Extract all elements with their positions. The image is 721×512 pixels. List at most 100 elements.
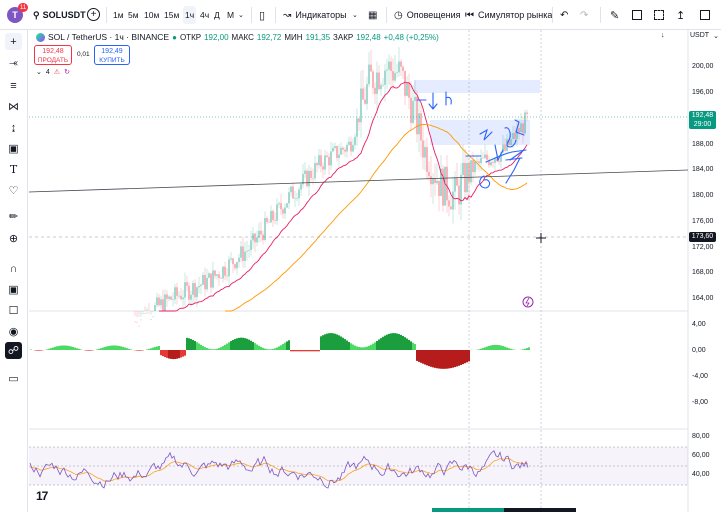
draw-pen-icon[interactable]: ✎ — [610, 0, 619, 30]
position-tool-icon[interactable]: ↨ — [5, 119, 22, 136]
osc-bar — [98, 348, 100, 350]
timeframe-15m[interactable]: 15м — [164, 0, 179, 30]
symbol-search[interactable]: ⚲ SOLUSDT — [33, 0, 86, 30]
indicators-button[interactable]: ↝ Индикаторы — [283, 0, 347, 30]
redo-icon[interactable]: ↷ — [580, 0, 588, 30]
alerts-button[interactable]: ◷ Оповещения — [394, 0, 460, 30]
osc-bar — [218, 348, 220, 350]
replay-button[interactable]: ⏮ Симулятор рынка — [465, 0, 552, 30]
rsi-tick: 40,00 — [692, 471, 710, 478]
osc-bar — [138, 350, 140, 351]
magnet-icon[interactable]: ∩ — [5, 260, 22, 277]
link-icon[interactable]: ☍ — [5, 342, 22, 359]
candle-body — [260, 230, 262, 235]
osc-bar — [306, 350, 308, 352]
timeframe-1h[interactable]: 1ч — [183, 6, 197, 24]
candle-body — [272, 210, 274, 221]
layout-square-icon[interactable] — [700, 0, 710, 30]
candle-body — [346, 144, 348, 152]
osc-bar — [60, 345, 62, 350]
fullscreen-icon[interactable] — [654, 0, 664, 30]
candle-body — [306, 170, 308, 187]
candle-body — [236, 262, 238, 269]
text-tool-icon[interactable]: T — [5, 161, 22, 178]
osc-bar — [314, 350, 316, 352]
osc-bar — [228, 342, 230, 350]
candle-body — [202, 274, 204, 285]
layouts-grid-icon[interactable]: ▦ — [368, 0, 377, 30]
drawing-toolbar: + ⤛ ≡ ⋈ ↨ ▣ T ♡ ✏ ⊕ ∩ ▣ ☐ ◉ ☍ ▭ — [0, 30, 28, 512]
visibility-eye-icon[interactable]: ◉ — [5, 323, 22, 340]
osc-bar — [278, 346, 280, 350]
zone-rectangle[interactable] — [414, 80, 540, 93]
candle-body — [316, 163, 318, 166]
timeframe-4h[interactable]: 4ч — [200, 0, 209, 30]
search-icon: ⚲ — [33, 9, 40, 20]
candle-body — [430, 176, 432, 185]
timeframe-5m[interactable]: 5м — [128, 0, 139, 30]
fib-tool-icon[interactable]: ≡ — [5, 77, 22, 94]
buy-button[interactable]: 192,49 КУПИТЬ — [94, 45, 130, 65]
osc-bar — [234, 339, 236, 350]
arrow-down-icon[interactable]: ↓ — [661, 32, 665, 39]
candle-body — [472, 160, 474, 173]
currency-select[interactable]: USDT — [690, 32, 709, 40]
trash-icon[interactable]: ▭ — [5, 370, 22, 387]
osc-bar — [388, 333, 390, 350]
timeframe-1m[interactable]: 1м — [113, 0, 124, 30]
indicators-dropdown-icon[interactable]: ⌄ — [352, 0, 358, 30]
pattern-tool-icon[interactable]: ⋈ — [5, 98, 22, 115]
timeframe-month[interactable]: М — [227, 0, 234, 30]
osc-bar — [302, 350, 304, 352]
candle-body — [256, 237, 258, 243]
trend-line[interactable] — [28, 169, 689, 193]
osc-bar — [398, 334, 400, 350]
compare-symbol-button[interactable]: + — [87, 8, 100, 21]
candle-body — [248, 250, 250, 251]
osc-bar — [342, 337, 344, 350]
chart-canvas[interactable] — [0, 0, 721, 512]
candle-body — [326, 155, 328, 157]
osc-bar — [416, 350, 418, 361]
candle-body — [370, 64, 372, 72]
timeframe-day[interactable]: Д — [214, 0, 220, 30]
rectangle-tool-icon[interactable] — [632, 0, 642, 30]
osc-bar — [286, 341, 288, 350]
legend-title[interactable]: SOL / TetherUS · 1ч · BINANCE — [48, 32, 169, 42]
osc-bar — [384, 335, 386, 350]
candle-body — [286, 203, 288, 208]
candle-type-icon[interactable]: ▯ — [259, 0, 265, 30]
candle-body — [206, 277, 208, 290]
candle-body — [136, 321, 138, 323]
timeframe-10m[interactable]: 10м — [144, 0, 159, 30]
candle-body — [150, 319, 152, 320]
osc-bar — [366, 346, 368, 350]
candle-body — [480, 157, 482, 164]
ruler-icon[interactable]: ✏ — [5, 208, 22, 225]
favorites-heart-icon[interactable]: ♡ — [5, 182, 22, 199]
undo-icon[interactable]: ↶ — [560, 0, 568, 30]
osc-bar — [196, 342, 198, 350]
indicators-collapse[interactable]: ⌄ 4 ⚠ ↻ — [36, 68, 70, 77]
trend-line-tool-icon[interactable]: ⤛ — [5, 55, 22, 72]
candle-body — [192, 283, 194, 295]
osc-bar — [446, 350, 448, 369]
timeframe-dropdown-icon[interactable]: ⌄ — [238, 0, 244, 30]
osc-bar — [288, 340, 290, 350]
candle-body — [200, 284, 202, 286]
osc-bar — [350, 343, 352, 350]
candle-body — [134, 321, 136, 323]
lock-icon[interactable]: ☐ — [5, 302, 22, 319]
zoom-in-icon[interactable]: ⊕ — [5, 230, 22, 247]
trend-tool-icon[interactable]: ↥ — [676, 0, 685, 30]
sell-button[interactable]: 192,48 ПРОДАТЬ — [34, 45, 72, 65]
osc-bar — [182, 350, 184, 357]
tradingview-logo[interactable]: 17 — [36, 489, 48, 503]
crosshair-icon[interactable]: + — [5, 33, 22, 50]
lock-drawings-icon[interactable]: ▣ — [5, 281, 22, 298]
shapes-tool-icon[interactable]: ▣ — [5, 140, 22, 157]
osc-bar — [412, 342, 414, 350]
osc-bar — [402, 335, 404, 350]
axis-tick: 196,00 — [692, 89, 714, 96]
chevron-down-icon[interactable]: ⌄ — [713, 32, 719, 40]
